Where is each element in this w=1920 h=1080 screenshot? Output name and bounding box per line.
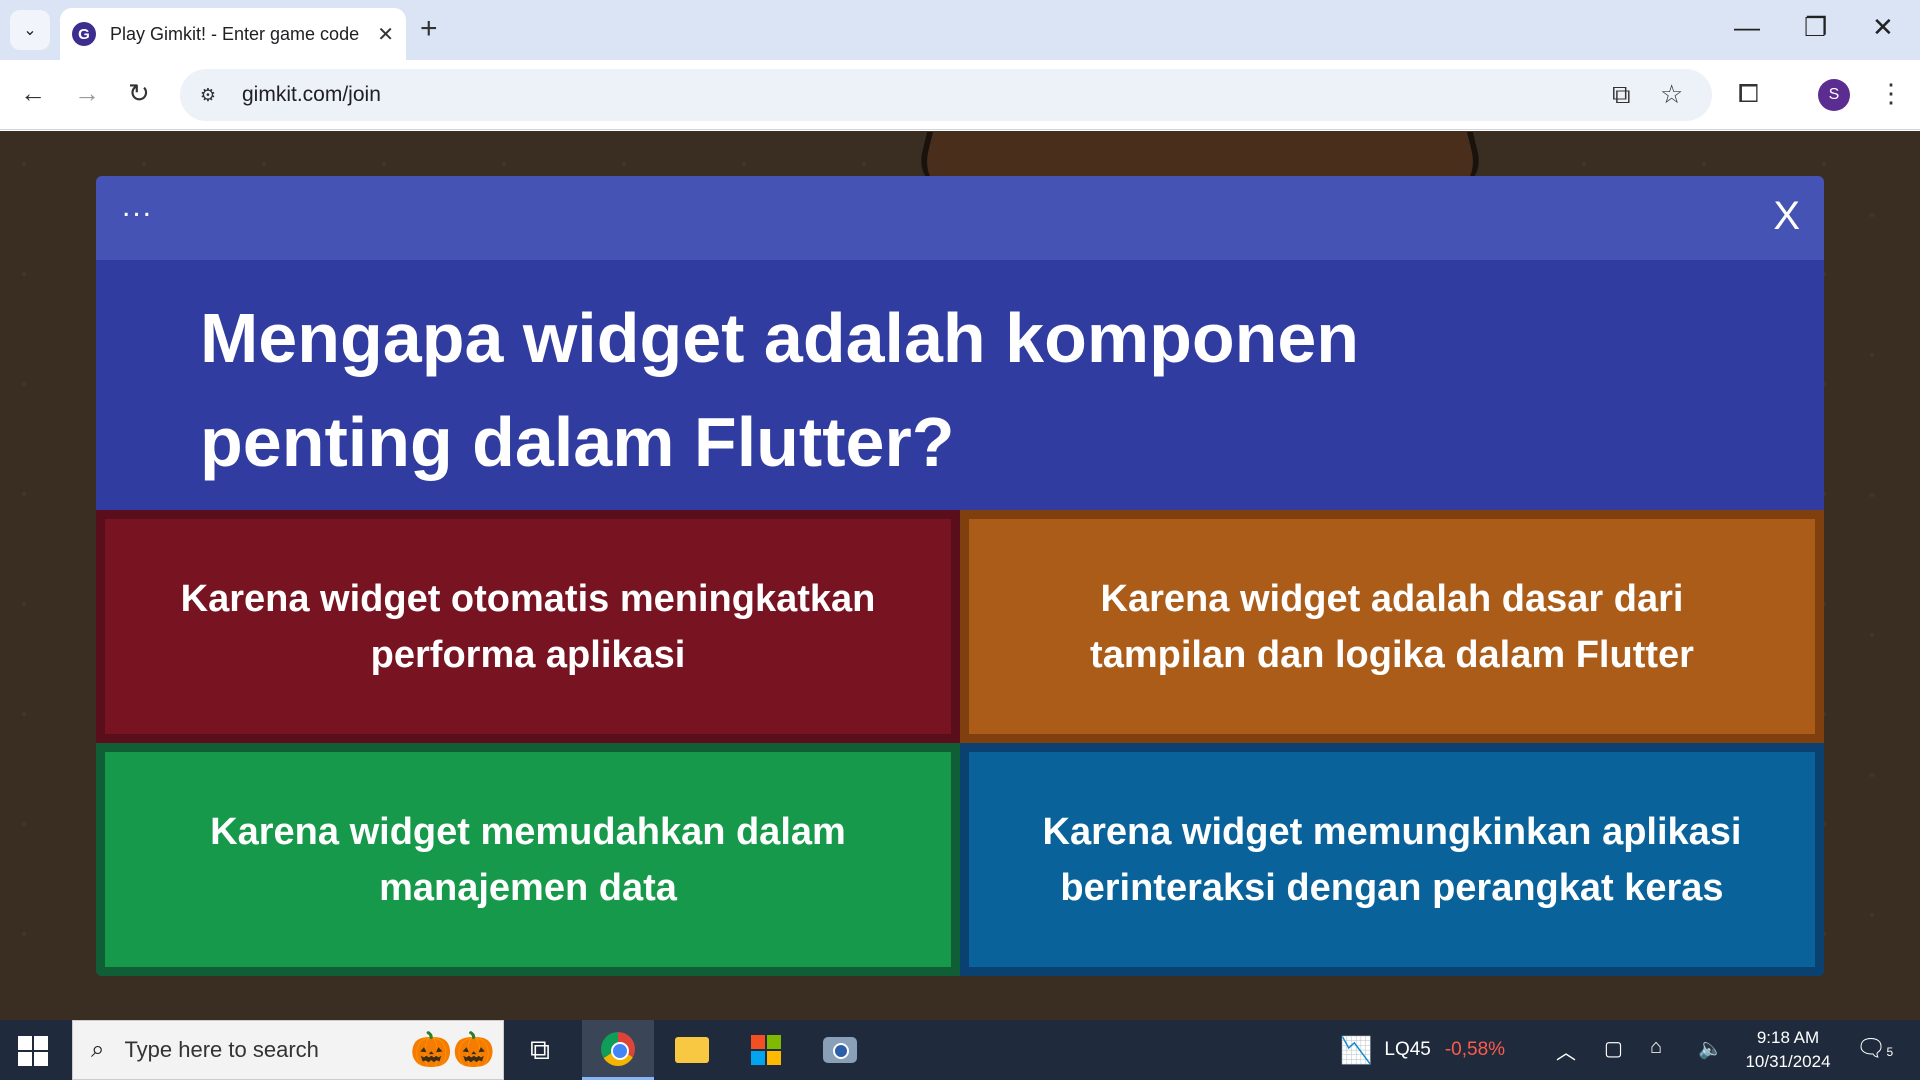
tab-close-icon[interactable]: ✕ bbox=[377, 22, 394, 47]
folder-icon bbox=[675, 1037, 709, 1063]
taskbar-microsoft-store[interactable] bbox=[730, 1020, 802, 1080]
more-options-icon[interactable]: ... bbox=[122, 190, 153, 224]
answer-option-1-label[interactable]: Karena widget otomatis meningkatkan perf… bbox=[105, 519, 951, 734]
system-clock[interactable]: 9:18 AM 10/31/2024 bbox=[1728, 1026, 1848, 1074]
halloween-pumpkins-icon: 🎃🎃 bbox=[410, 1031, 495, 1069]
meet-icon[interactable]: ▢ bbox=[1604, 1036, 1623, 1061]
volume-icon[interactable]: 🔈 bbox=[1698, 1036, 1723, 1061]
back-arrow-icon[interactable]: ← bbox=[20, 78, 46, 109]
minimize-icon[interactable]: — bbox=[1734, 12, 1760, 43]
notification-center-icon[interactable]: 🗨5 bbox=[1856, 1034, 1893, 1063]
restore-icon[interactable]: ❐ bbox=[1804, 12, 1827, 43]
answer-option-1[interactable]: Karena widget otomatis meningkatkan perf… bbox=[96, 510, 960, 743]
taskbar-camera[interactable] bbox=[804, 1020, 876, 1080]
answer-option-4[interactable]: Karena widget memungkinkan aplikasi beri… bbox=[960, 743, 1824, 976]
profile-avatar[interactable]: S bbox=[1818, 79, 1850, 111]
windows-start-icon[interactable] bbox=[18, 1036, 48, 1066]
stock-widget[interactable]: 📉 LQ45 -0,58% bbox=[1340, 1020, 1505, 1080]
gimkit-favicon-icon: G bbox=[72, 22, 96, 46]
browser-toolbar: ← → ↻ ⚙ gimkit.com/join ⧉ ☆ ⧠ S ⋮ bbox=[0, 60, 1920, 130]
address-bar[interactable]: ⚙ gimkit.com/join ⧉ ☆ bbox=[180, 69, 1712, 121]
chrome-icon bbox=[601, 1031, 635, 1066]
bookmark-star-icon[interactable]: ☆ bbox=[1660, 79, 1683, 110]
taskbar-chrome[interactable] bbox=[582, 1020, 654, 1080]
task-view-icon[interactable]: ⧉ bbox=[504, 1020, 576, 1080]
answer-option-3-label[interactable]: Karena widget memudahkan dalam manajemen… bbox=[105, 752, 951, 967]
stock-change: -0,58% bbox=[1444, 1039, 1506, 1060]
close-modal-icon[interactable]: X bbox=[1773, 194, 1800, 239]
question-modal: ... X Mengapa widget adalah komponen pen… bbox=[96, 176, 1824, 976]
chevron-down-icon: ⌄ bbox=[23, 22, 37, 39]
taskbar-search-box[interactable]: ⌕ Type here to search 🎃🎃 bbox=[72, 1020, 504, 1080]
store-icon bbox=[751, 1035, 781, 1065]
answer-option-4-label[interactable]: Karena widget memungkinkan aplikasi beri… bbox=[969, 752, 1815, 967]
clock-date: 10/31/2024 bbox=[1745, 1052, 1831, 1071]
browser-menu-icon[interactable]: ⋮ bbox=[1878, 78, 1904, 109]
notification-count: 5 bbox=[1886, 1045, 1894, 1059]
answer-option-2-label[interactable]: Karena widget adalah dasar dari tampilan… bbox=[969, 519, 1815, 734]
translate-icon[interactable]: ⧉ bbox=[1612, 79, 1631, 111]
tab-search-button[interactable]: ⌄ bbox=[10, 10, 50, 50]
extensions-puzzle-icon[interactable]: ⧠ bbox=[1738, 78, 1759, 110]
url-text[interactable]: gimkit.com/join bbox=[242, 83, 381, 107]
modal-header: ... X bbox=[96, 176, 1824, 260]
tab-title: Play Gimkit! - Enter game code bbox=[110, 23, 360, 44]
search-icon: ⌕ bbox=[91, 1036, 105, 1063]
site-info-icon[interactable]: ⚙ bbox=[194, 81, 222, 109]
question-text: Mengapa widget adalah komponen penting d… bbox=[200, 299, 1360, 481]
network-icon[interactable]: ⌂ bbox=[1650, 1036, 1662, 1059]
stock-name: LQ45 bbox=[1384, 1039, 1431, 1060]
browser-tab-active[interactable]: G Play Gimkit! - Enter game code ✕ bbox=[60, 8, 406, 60]
page-content: ... X Mengapa widget adalah komponen pen… bbox=[0, 131, 1920, 1020]
windows-taskbar: ⌕ Type here to search 🎃🎃 ⧉ 📉 LQ45 -0,58%… bbox=[0, 1020, 1920, 1080]
answer-grid: Karena widget otomatis meningkatkan perf… bbox=[96, 510, 1824, 976]
camera-icon bbox=[823, 1037, 857, 1063]
answer-option-2[interactable]: Karena widget adalah dasar dari tampilan… bbox=[960, 510, 1824, 743]
clock-time: 9:18 AM bbox=[1756, 1028, 1820, 1047]
stock-down-chart-icon: 📉 bbox=[1340, 1034, 1373, 1065]
show-hidden-icons-chevron-icon[interactable]: ︿ bbox=[1556, 1036, 1576, 1065]
browser-tab-bar: ⌄ G Play Gimkit! - Enter game code ✕ + —… bbox=[0, 0, 1920, 60]
search-placeholder: Type here to search bbox=[124, 1037, 319, 1062]
answer-option-3[interactable]: Karena widget memudahkan dalam manajemen… bbox=[96, 743, 960, 976]
reload-icon[interactable]: ↻ bbox=[128, 78, 150, 109]
new-tab-plus-icon[interactable]: + bbox=[420, 12, 438, 46]
taskbar-file-explorer[interactable] bbox=[656, 1020, 728, 1080]
window-close-icon[interactable]: ✕ bbox=[1872, 12, 1894, 43]
forward-arrow-icon[interactable]: → bbox=[74, 78, 100, 109]
